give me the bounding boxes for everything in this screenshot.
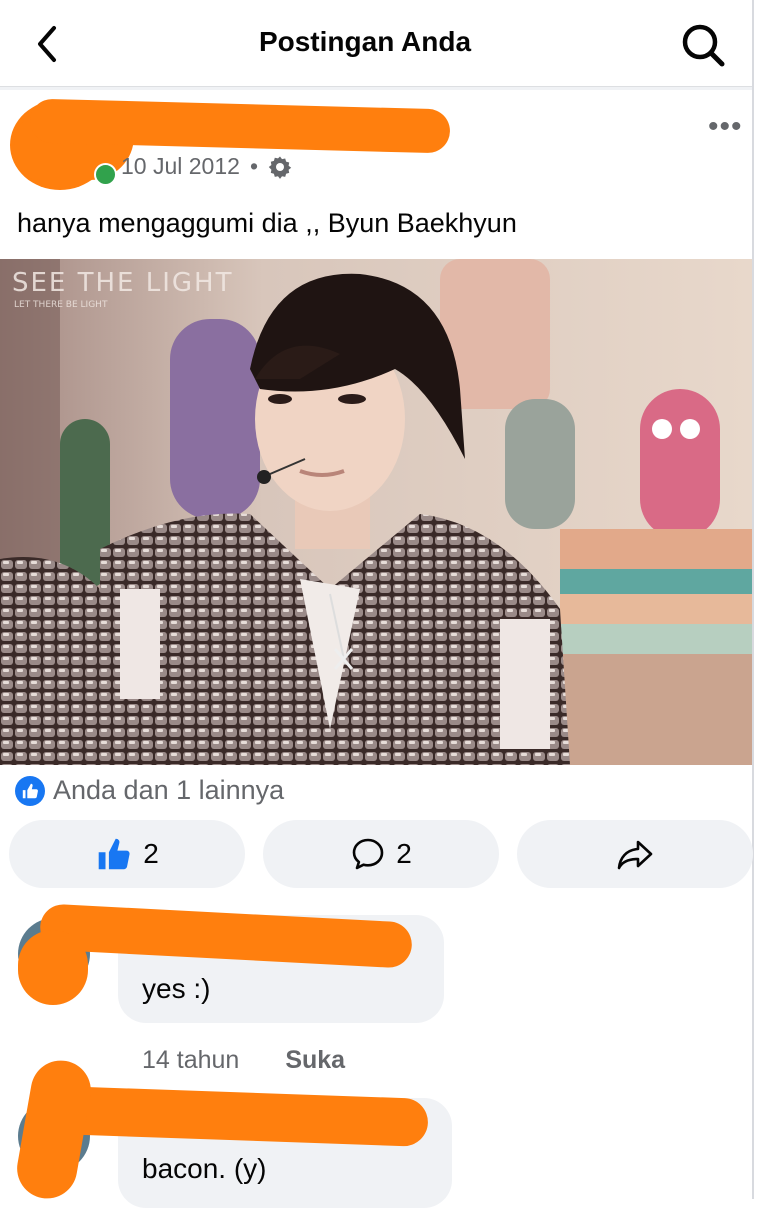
more-icon[interactable]: •••: [708, 110, 743, 144]
online-status-dot: [94, 163, 117, 186]
like-icon: [98, 838, 130, 870]
post-meta: 10 Jul 2012 •: [121, 153, 292, 180]
gear-icon[interactable]: [268, 155, 292, 179]
comment-text: bacon. (y): [142, 1153, 267, 1184]
post-text: hanya mengaggumi dia ,, Byun Baekhyun: [17, 208, 517, 238]
comment-meta: 14 tahun Suka: [142, 1046, 345, 1075]
post-date[interactable]: 10 Jul 2012: [121, 153, 240, 180]
page-title: Postingan Anda: [258, 26, 472, 57]
divider: [0, 87, 752, 90]
comment-icon: [352, 838, 384, 870]
comment-time: 14 tahun: [142, 1046, 240, 1074]
top-bar: Postingan Anda: [0, 0, 752, 87]
like-count: 2: [143, 838, 159, 869]
right-edge: [752, 0, 754, 1199]
photo-watermark: SEE THE LIGHT: [12, 268, 234, 298]
comment-button[interactable]: 2: [263, 820, 499, 888]
search-icon[interactable]: [678, 20, 728, 70]
redaction-mark: [18, 930, 88, 1005]
post-photo[interactable]: [0, 259, 752, 765]
photo-watermark-sub: LET THERE BE LIGHT: [14, 300, 108, 310]
redaction-mark: [12, 1055, 96, 1204]
comment-text: yes :): [142, 973, 211, 1004]
comment-count: 2: [396, 838, 412, 869]
share-icon: [617, 840, 653, 870]
like-button[interactable]: 2: [9, 820, 245, 888]
comment-like-link[interactable]: Suka: [285, 1046, 345, 1075]
like-badge-icon: [15, 775, 45, 806]
reaction-summary-text: Anda dan 1 lainnya: [53, 775, 285, 805]
reaction-summary[interactable]: Anda dan 1 lainnya: [15, 775, 284, 806]
share-button[interactable]: [517, 820, 753, 888]
redaction-mark: [39, 903, 413, 969]
meta-separator: •: [249, 153, 258, 179]
photo-illustration: [0, 259, 752, 765]
